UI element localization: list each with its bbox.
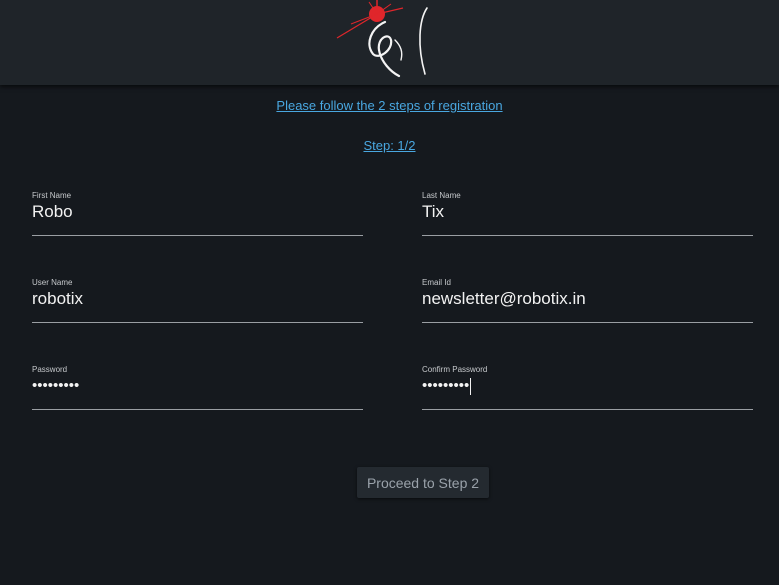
registration-instruction: Please follow the 2 steps of registratio… [0, 98, 779, 113]
confirm-password-input[interactable]: ••••••••• [422, 375, 753, 397]
confirm-password-field[interactable]: Confirm Password ••••••••• [422, 365, 753, 410]
robotix-logo-icon[interactable] [333, 0, 433, 80]
last-name-input[interactable]: Tix [422, 201, 753, 223]
user-name-label: User Name [32, 278, 73, 287]
step-indicator-link[interactable]: Step: 1/2 [363, 138, 415, 153]
proceed-to-step-2-button[interactable]: Proceed to Step 2 [357, 467, 489, 498]
user-name-field[interactable]: User Name robotix [32, 278, 363, 323]
last-name-field[interactable]: Last Name Tix [422, 191, 753, 236]
app-header [0, 0, 779, 85]
step-indicator: Step: 1/2 [0, 138, 779, 153]
confirm-password-value: ••••••••• [422, 377, 470, 394]
email-label: Email Id [422, 278, 451, 287]
email-input[interactable]: newsletter@robotix.in [422, 288, 753, 310]
first-name-input[interactable]: Robo [32, 201, 363, 223]
confirm-password-label: Confirm Password [422, 365, 488, 374]
password-input[interactable]: ••••••••• [32, 375, 363, 397]
text-caret [470, 377, 472, 395]
first-name-label: First Name [32, 191, 72, 200]
password-label: Password [32, 365, 68, 374]
user-name-input[interactable]: robotix [32, 288, 363, 310]
password-field[interactable]: Password ••••••••• [32, 365, 363, 410]
last-name-label: Last Name [422, 191, 461, 200]
registration-instruction-link[interactable]: Please follow the 2 steps of registratio… [276, 98, 502, 113]
first-name-field[interactable]: First Name Robo [32, 191, 363, 236]
email-field[interactable]: Email Id newsletter@robotix.in [422, 278, 753, 323]
